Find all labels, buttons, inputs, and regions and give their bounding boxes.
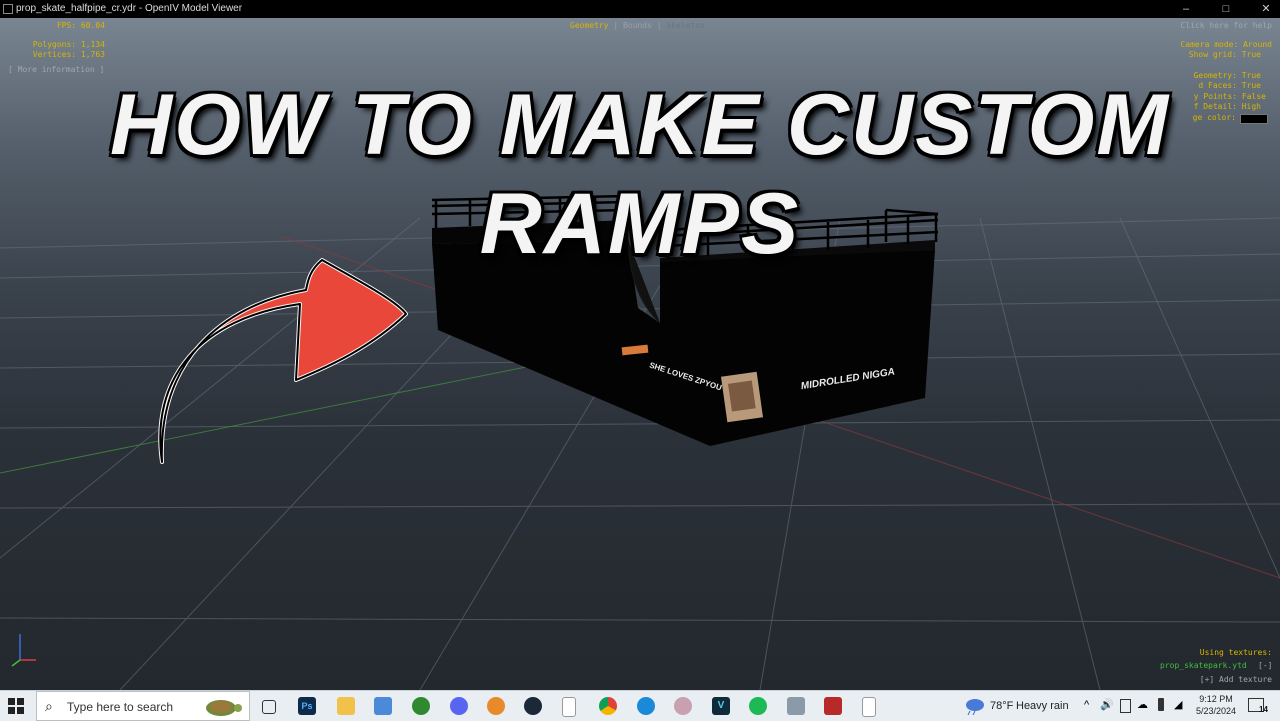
- close-button[interactable]: ✕: [1256, 0, 1276, 18]
- store-icon[interactable]: [374, 697, 392, 715]
- turtle-doodle-icon: [206, 700, 242, 716]
- window-titlebar: prop_skate_halfpipe_cr.ydr - OpenIV Mode…: [0, 0, 1280, 18]
- thumbnail-headline: HOW TO MAKE CUSTOM RAMPS: [109, 77, 1171, 272]
- xbox-icon[interactable]: [412, 697, 430, 715]
- clock-date: 5/23/2024: [1195, 706, 1237, 716]
- minimize-button[interactable]: –: [1176, 0, 1196, 18]
- game-icon[interactable]: [824, 697, 842, 715]
- clock-time: 9:12 PM: [1199, 694, 1233, 704]
- app-icon[interactable]: [674, 697, 692, 715]
- fl-studio-icon[interactable]: [487, 697, 505, 715]
- windows-start-icon[interactable]: [8, 698, 24, 714]
- search-placeholder: Type here to search: [67, 700, 174, 714]
- notification-count: 14: [1259, 705, 1268, 714]
- cloud-icon[interactable]: ☁: [1137, 698, 1148, 711]
- app-icon: [3, 4, 13, 14]
- file-icon[interactable]: [562, 697, 576, 717]
- steam-icon[interactable]: [524, 697, 542, 715]
- maximize-button[interactable]: □: [1216, 0, 1236, 18]
- task-view-icon[interactable]: [262, 700, 276, 714]
- device-icon[interactable]: [1120, 699, 1131, 713]
- speaker-icon[interactable]: 🔊: [1100, 698, 1114, 711]
- printer-icon[interactable]: [787, 697, 805, 715]
- network-icon[interactable]: ◢: [1174, 698, 1182, 711]
- windows-taskbar: ⌕ Type here to search Ps V 78°F Heavy ra…: [0, 690, 1280, 721]
- vegas-icon[interactable]: V: [712, 697, 730, 715]
- taskbar-clock[interactable]: 9:12 PM 5/23/2024: [1190, 693, 1242, 717]
- edge-icon[interactable]: [637, 697, 655, 715]
- document-icon[interactable]: [862, 697, 876, 717]
- photoshop-icon[interactable]: Ps: [298, 697, 316, 715]
- discord-icon[interactable]: [450, 697, 468, 715]
- search-icon: ⌕: [45, 698, 53, 714]
- weather-description[interactable]: Heavy rain: [1016, 700, 1069, 712]
- weather-icon[interactable]: [964, 697, 986, 715]
- window-title: prop_skate_halfpipe_cr.ydr - OpenIV Mode…: [16, 3, 243, 14]
- taskbar-search-box[interactable]: ⌕ Type here to search: [36, 691, 250, 721]
- model-viewport[interactable]: FPS: 60.04 Polygons: 1,134 Vertices: 1,7…: [0, 18, 1280, 690]
- battery-icon[interactable]: [1158, 698, 1164, 711]
- chrome-icon[interactable]: [599, 697, 617, 715]
- spotify-icon[interactable]: [749, 697, 767, 715]
- weather-temperature[interactable]: 78°F: [990, 700, 1013, 712]
- chevron-up-icon[interactable]: ^: [1084, 699, 1089, 711]
- file-explorer-icon[interactable]: [337, 697, 355, 715]
